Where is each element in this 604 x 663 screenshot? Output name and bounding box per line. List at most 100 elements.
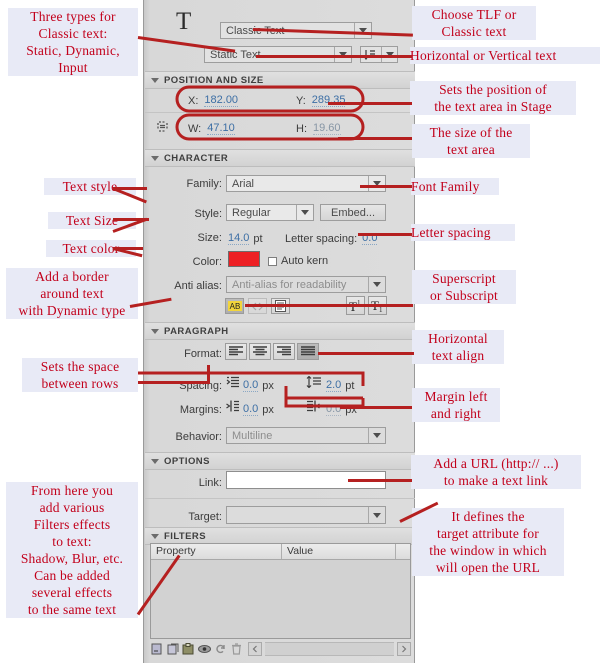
align-justify-button[interactable] [297,343,319,360]
leader-line [358,233,412,236]
section-title: OPTIONS [164,455,210,467]
annotation-position: Sets the position of the text area in St… [410,81,576,115]
family-label: Family: [186,178,222,190]
font-family-value: Arial [232,177,255,190]
annotation-row-spacing: Sets the space between rows [22,358,138,392]
leader-line [245,304,413,307]
align-justify-icon [301,346,315,356]
svg-text:AB: AB [229,302,240,311]
annotation-margins: Margin left and right [412,388,500,422]
link-label: Link: [198,477,222,489]
annotation-add-border: Add a border around text with Dynamic ty… [6,268,138,319]
size-label: Size: [197,232,222,244]
antialias-value: Anti-alias for readability [232,278,347,291]
leader-line [256,55,412,58]
behavior-value: Multiline [232,429,273,442]
annotation-font-family: Font Family [411,178,499,195]
annotation-filters: From here you add various Filters effect… [6,482,138,618]
annotation-size: The size of the text area [412,124,530,158]
horizontal-scrollbar-track[interactable] [265,642,394,656]
chevron-down-icon[interactable] [368,428,385,443]
disclosure-triangle-icon[interactable] [151,328,159,334]
style-label: Style: [194,208,222,220]
section-options[interactable]: OPTIONS [145,452,415,470]
align-right-button[interactable] [273,343,295,360]
behavior-select[interactable]: Multiline [226,427,386,444]
size-value[interactable]: 14.0 [228,232,250,245]
embed-label: Embed... [330,206,376,219]
section-title: CHARACTER [164,152,229,164]
auto-kern-checkbox[interactable]: Auto kern [268,255,328,267]
letter-spacing-label: Letter spacing: [285,232,358,245]
scroll-right-icon[interactable] [397,642,411,656]
disclosure-triangle-icon[interactable] [151,155,159,161]
auto-kern-label: Auto kern [281,255,329,267]
antialias-label: Anti alias: [174,280,222,292]
svg-text:1: 1 [379,306,383,313]
highlight-size [175,113,365,141]
selectable-AB-icon: AB [227,301,242,311]
disclosure-triangle-icon[interactable] [151,533,159,539]
section-character[interactable]: CHARACTER [145,149,415,167]
align-left-icon [229,346,243,356]
size-unit: pt [253,232,263,245]
section-title: FILTERS [164,530,207,542]
reset-filter-icon[interactable] [214,643,227,656]
highlight-position [175,85,365,113]
leader-line [360,185,412,188]
font-style-select[interactable]: Regular [226,204,314,221]
font-style-value: Regular [232,206,271,219]
align-right-icon [277,346,291,356]
column-header-spacer [396,544,410,559]
chevron-down-icon[interactable] [368,507,385,523]
preset-filter-icon[interactable] [166,643,179,656]
font-family-select[interactable]: Arial [226,175,386,192]
annotation-choose-engine: Choose TLF or Classic text [412,6,536,40]
filters-table-header: Property Value [151,544,410,560]
chevron-down-icon[interactable] [368,277,385,292]
column-header-value: Value [282,544,396,559]
selectable-text-toggle[interactable]: AB [225,298,244,314]
target-select[interactable] [226,506,386,524]
chevron-down-icon[interactable] [296,205,313,220]
delete-filter-icon[interactable] [230,643,243,656]
section-title: POSITION AND SIZE [164,74,264,86]
checkbox-icon[interactable] [268,256,277,266]
format-label: Format: [184,348,222,360]
annotation-three-types: Three types for Classic text: Static, Dy… [8,8,138,76]
annotation-orientation: Horizontal or Vertical text [410,47,600,64]
column-header-property: Property [151,544,282,559]
color-label: Color: [192,256,222,268]
enable-filter-icon[interactable] [198,643,211,656]
target-label: Target: [188,511,222,523]
text-color-swatch[interactable] [228,251,260,267]
align-center-icon [253,346,267,356]
behavior-label: Behavior: [175,431,222,443]
chevron-down-icon[interactable] [368,176,385,191]
annotation-target: It defines the target attribute for the … [412,508,564,576]
annotation-superscript: Superscript or Subscript [412,270,516,304]
leader-line [348,479,412,482]
embed-button[interactable]: Embed... [320,204,386,221]
link-constrain-icon[interactable] [155,119,170,134]
leader-line [318,352,414,355]
align-left-button[interactable] [225,343,247,360]
scroll-left-icon[interactable] [248,642,262,656]
disclosure-triangle-icon[interactable] [151,77,159,83]
add-filter-icon[interactable] [150,643,163,656]
align-center-button[interactable] [249,343,271,360]
font-size-field[interactable]: 14.0 pt [228,232,263,245]
chevron-down-icon[interactable] [354,23,371,38]
annotation-letter-spacing: Letter spacing [411,224,515,241]
disclosure-triangle-icon[interactable] [151,458,159,464]
annotation-url: Add a URL (http:// ...) to make a text l… [411,455,581,489]
highlight-spacing-margins [138,371,365,408]
section-paragraph[interactable]: PARAGRAPH [145,322,415,340]
filters-toolbar[interactable] [150,641,411,657]
annotation-horizontal-align: Horizontal text align [412,330,504,364]
section-title: PARAGRAPH [164,325,229,337]
filters-table[interactable]: Property Value [150,543,411,639]
antialias-select[interactable]: Anti-alias for readability [226,276,386,293]
clipboard-filter-icon[interactable] [182,643,195,656]
text-tool-icon: T [176,8,192,35]
